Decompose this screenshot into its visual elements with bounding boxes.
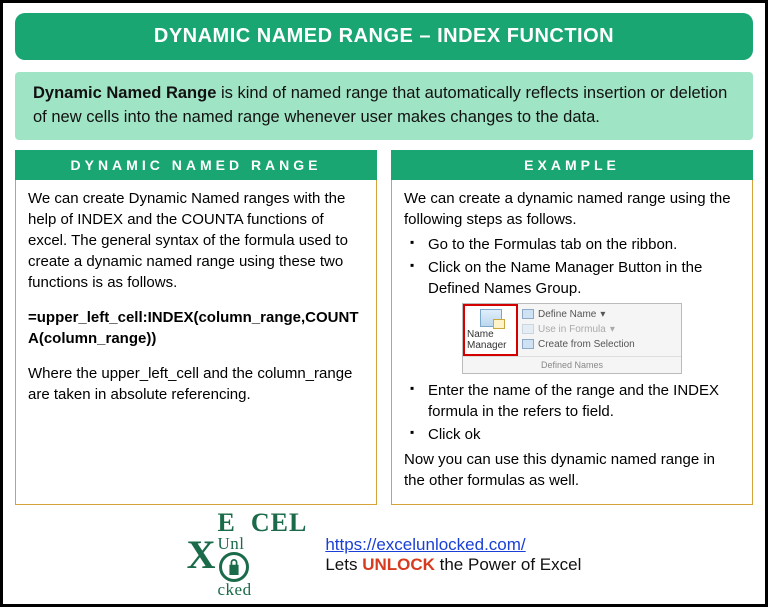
define-name-icon — [522, 309, 534, 319]
footer-right: https://excelunlocked.com/ Lets UNLOCK t… — [325, 535, 581, 575]
chevron-down-icon: ▾ — [600, 307, 605, 322]
list-item: Click ok — [410, 424, 740, 445]
define-name-button[interactable]: Define Name ▾ — [522, 307, 677, 322]
columns: DYNAMIC NAMED RANGE We can create Dynami… — [15, 150, 753, 505]
intro-box: Dynamic Named Range is kind of named ran… — [15, 72, 753, 140]
name-manager-button[interactable]: Name Manager — [463, 304, 518, 356]
logo-bottom-text: Unlcked — [218, 536, 308, 598]
create-from-selection-icon — [522, 339, 534, 349]
list-item: Click on the Name Manager Button in the … — [410, 257, 740, 299]
page-title: DYNAMIC NAMED RANGE – INDEX FUNCTION — [15, 13, 753, 60]
name-manager-icon — [480, 309, 502, 327]
left-para1: We can create Dynamic Named ranges with … — [28, 188, 364, 293]
right-column: EXAMPLE We can create a dynamic named ra… — [391, 150, 753, 505]
footer-link[interactable]: https://excelunlocked.com/ — [325, 535, 525, 554]
logo: X E CEL Unlcked — [187, 511, 308, 598]
right-header: EXAMPLE — [391, 150, 753, 180]
left-para2: Where the upper_left_cell and the column… — [28, 363, 364, 405]
steps-list-2: Enter the name of the range and the INDE… — [404, 380, 740, 445]
footer-tagline: Lets UNLOCK the Power of Excel — [325, 555, 581, 575]
steps-list-1: Go to the Formulas tab on the ribbon. Cl… — [404, 234, 740, 299]
left-body: We can create Dynamic Named ranges with … — [15, 180, 377, 505]
right-intro: We can create a dynamic named range usin… — [404, 188, 740, 230]
use-in-formula-button: Use in Formula ▾ — [522, 322, 677, 337]
left-header: DYNAMIC NAMED RANGE — [15, 150, 377, 180]
list-item: Go to the Formulas tab on the ribbon. — [410, 234, 740, 255]
use-in-formula-icon — [522, 324, 534, 334]
ribbon-group-label: Defined Names — [463, 356, 681, 374]
footer: X E CEL Unlcked https://excelunlocked.co… — [15, 511, 753, 598]
right-body: We can create a dynamic named range usin… — [391, 180, 753, 505]
right-outro: Now you can use this dynamic named range… — [404, 449, 740, 491]
ribbon-screenshot: Name Manager Define Name ▾ Use in Formul… — [462, 303, 682, 375]
formula-text: =upper_left_cell:INDEX(column_range,COUN… — [28, 307, 364, 349]
logo-top-text: E CEL — [218, 511, 308, 536]
intro-bold: Dynamic Named Range — [33, 84, 216, 102]
logo-x-icon: X — [187, 531, 216, 578]
name-manager-label: Name Manager — [467, 329, 514, 351]
lock-icon — [219, 552, 249, 582]
create-from-selection-button[interactable]: Create from Selection — [522, 337, 677, 352]
left-column: DYNAMIC NAMED RANGE We can create Dynami… — [15, 150, 377, 505]
unlock-word: UNLOCK — [362, 555, 435, 574]
list-item: Enter the name of the range and the INDE… — [410, 380, 740, 422]
ribbon-right-group: Define Name ▾ Use in Formula ▾ Create fr… — [518, 304, 681, 356]
chevron-down-icon: ▾ — [610, 322, 615, 337]
